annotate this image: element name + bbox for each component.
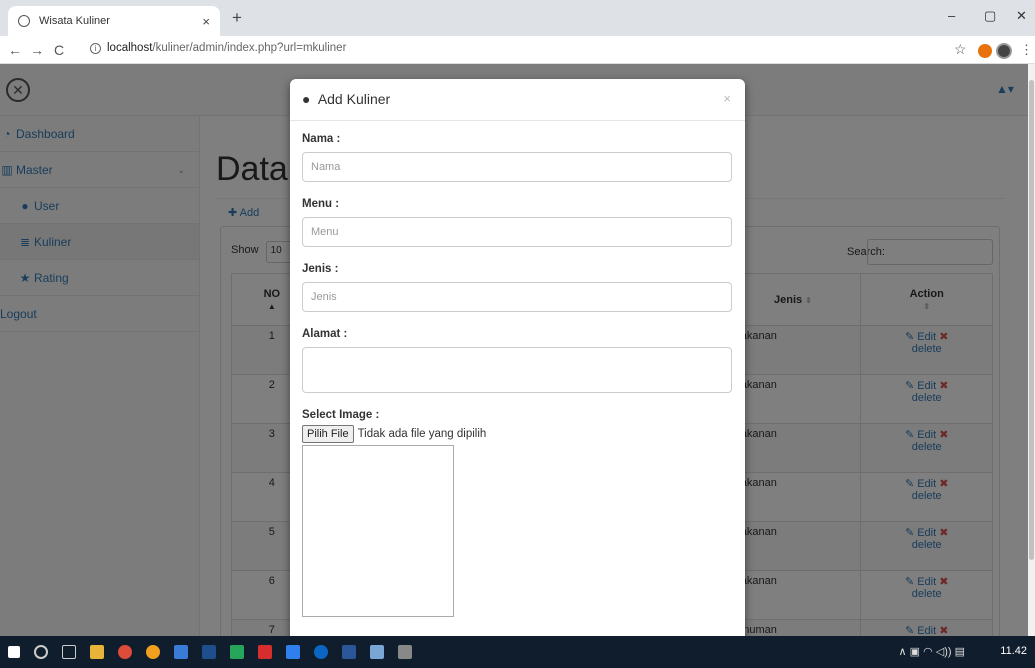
app-icon[interactable] — [370, 645, 384, 659]
window-close-button[interactable]: ✕ — [1016, 8, 1027, 24]
word-icon[interactable] — [342, 645, 356, 659]
profile-avatar[interactable] — [996, 43, 1012, 59]
choose-file-button[interactable]: Pilih File — [302, 425, 354, 443]
minimize-button[interactable]: – — [948, 8, 955, 23]
tab-title: Wisata Kuliner — [39, 15, 110, 27]
search-icon[interactable] — [34, 645, 48, 659]
bookmark-star-icon[interactable]: ☆ — [954, 41, 967, 58]
image-preview — [302, 445, 454, 617]
modal-header: ● Add Kuliner × — [290, 79, 745, 121]
add-kuliner-modal: ● Add Kuliner × Nama : Menu : Jenis : Al… — [290, 79, 745, 636]
file-explorer-icon[interactable] — [90, 645, 104, 659]
user-icon: ● — [302, 91, 311, 107]
url-field[interactable]: i localhost/kuliner/admin/index.php?url=m… — [90, 42, 346, 54]
menu-input[interactable] — [302, 217, 732, 247]
file-input: Pilih File Tidak ada file yang dipilih — [302, 425, 733, 443]
app-window: ✕ ▲▾ ◔Dashboard ▥Master ⌄ ●User ≣Kuliner… — [0, 64, 1028, 636]
modal-close-button[interactable]: × — [723, 91, 731, 106]
task-view-icon[interactable] — [62, 645, 76, 659]
os-taskbar: ∧ ▣ ◠ ◁)) ▤ 11.42 — [0, 636, 1035, 668]
address-bar: ← → C i localhost/kuliner/admin/index.php… — [0, 36, 1035, 64]
globe-icon — [18, 15, 30, 27]
app-icon[interactable] — [314, 645, 328, 659]
app-icon[interactable] — [398, 645, 412, 659]
modal-title: Add Kuliner — [317, 91, 391, 107]
back-icon[interactable]: ← — [8, 42, 22, 58]
browser-tab[interactable]: Wisata Kuliner × — [8, 6, 220, 36]
nama-input[interactable] — [302, 152, 732, 182]
extension-icon[interactable] — [978, 44, 992, 58]
system-tray[interactable]: ∧ ▣ ◠ ◁)) ▤ — [899, 645, 965, 658]
nama-label: Nama : — [302, 133, 341, 145]
alamat-textarea[interactable] — [302, 347, 732, 393]
file-status: Tidak ada file yang dipilih — [357, 428, 487, 440]
maximize-button[interactable]: ▢ — [984, 8, 996, 24]
jenis-label: Jenis : — [302, 263, 339, 275]
app-icon[interactable] — [286, 645, 300, 659]
firefox-icon[interactable] — [146, 645, 160, 659]
jenis-input[interactable] — [302, 282, 732, 312]
forward-icon[interactable]: → — [30, 42, 44, 58]
new-tab-button[interactable]: + — [232, 8, 242, 28]
browser-tab-bar: Wisata Kuliner × + – ▢ ✕ — [0, 0, 1035, 36]
clock: 11.42 — [1000, 645, 1027, 657]
tab-close-icon[interactable]: × — [202, 14, 210, 29]
app-icon[interactable] — [174, 645, 188, 659]
alamat-label: Alamat : — [302, 328, 348, 340]
menu-label: Menu : — [302, 198, 340, 210]
app-icon[interactable] — [202, 645, 216, 659]
scrollbar-thumb[interactable] — [1029, 80, 1034, 560]
browser-menu-icon[interactable]: ⋮ — [1020, 42, 1033, 58]
modal-body: Nama : Menu : Jenis : Alamat : Select Im… — [290, 121, 745, 617]
select-image-label: Select Image : — [302, 409, 380, 421]
app-icon[interactable] — [230, 645, 244, 659]
chrome-icon[interactable] — [118, 645, 132, 659]
app-icon[interactable] — [258, 645, 272, 659]
windows-start-icon[interactable] — [8, 646, 20, 658]
info-icon[interactable]: i — [90, 43, 101, 54]
reload-icon[interactable]: C — [54, 42, 64, 58]
